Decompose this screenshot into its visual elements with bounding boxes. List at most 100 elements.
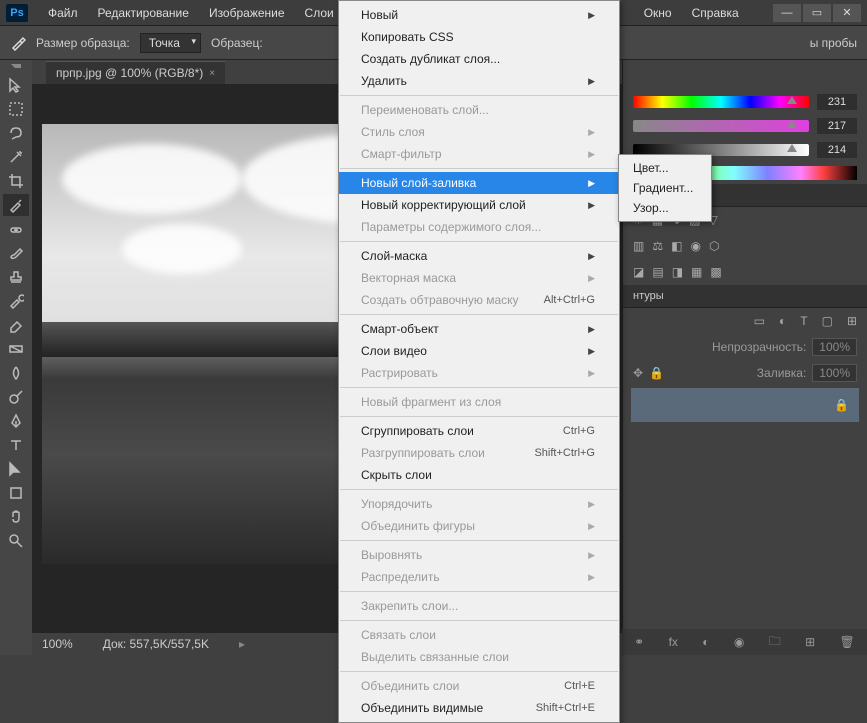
- menu-item: Выровнять▶: [339, 544, 619, 566]
- document-title: прпр.jpg @ 100% (RGB/8*): [56, 66, 203, 80]
- fill-label: Заливка:: [757, 366, 807, 380]
- menu-item: Растрировать▶: [339, 362, 619, 384]
- poster-icon[interactable]: ▤: [652, 265, 663, 279]
- menu-item: Создать обтравочную маскуAlt+Ctrl+G: [339, 289, 619, 311]
- menu-item[interactable]: Скрыть слои: [339, 464, 619, 486]
- tool-brush[interactable]: [3, 242, 29, 264]
- menu-item: Объединить слоиCtrl+E: [339, 675, 619, 697]
- adjustment-row-2: ▥ ⚖ ◧ ◉ ⬡: [623, 233, 867, 259]
- tool-blur[interactable]: [3, 362, 29, 384]
- tool-stamp[interactable]: [3, 266, 29, 288]
- tool-hand[interactable]: [3, 506, 29, 528]
- tool-gradient[interactable]: [3, 338, 29, 360]
- menu-item[interactable]: Слои видео▶: [339, 340, 619, 362]
- sat-value[interactable]: 217: [817, 118, 857, 134]
- adjust-add-icon[interactable]: ◉: [734, 635, 744, 649]
- shape-icon[interactable]: ▢: [822, 314, 833, 328]
- sample-label: Образец:: [211, 36, 263, 50]
- menu-item[interactable]: Удалить▶: [339, 70, 619, 92]
- menu-item: Закрепить слои...: [339, 595, 619, 617]
- opacity-value[interactable]: 100%: [812, 338, 857, 356]
- sat-slider[interactable]: [633, 120, 809, 132]
- new-layer-icon[interactable]: ⊞: [805, 635, 815, 649]
- sel-color-icon[interactable]: ▩: [710, 265, 721, 279]
- submenu-item[interactable]: Цвет...: [619, 158, 711, 178]
- menu-item[interactable]: Новый слой-заливка▶: [339, 172, 619, 194]
- hue-value[interactable]: 231: [817, 94, 857, 110]
- close-button[interactable]: ✕: [833, 4, 861, 22]
- hue-slider[interactable]: [633, 96, 809, 108]
- lock-icon[interactable]: 🔒: [649, 366, 664, 380]
- tool-eyedropper[interactable]: [3, 194, 29, 216]
- tool-eraser[interactable]: [3, 314, 29, 336]
- tool-pen[interactable]: [3, 410, 29, 432]
- thresh-icon[interactable]: ◨: [672, 265, 683, 279]
- menu-item[interactable]: Новый▶: [339, 4, 619, 26]
- fx-icon[interactable]: fx: [669, 635, 678, 649]
- menu-item[interactable]: Новый корректирующий слой▶: [339, 194, 619, 216]
- menu-item[interactable]: Копировать CSS: [339, 26, 619, 48]
- trash-icon[interactable]: 🗑: [840, 635, 855, 649]
- mask-add-icon[interactable]: ◐: [702, 635, 709, 649]
- folder-icon[interactable]: 🗀: [769, 632, 781, 653]
- menu-item[interactable]: Объединить видимыеShift+Ctrl+E: [339, 697, 619, 719]
- sample-size-select[interactable]: Точка: [140, 33, 201, 53]
- document-tab[interactable]: прпр.jpg @ 100% (RGB/8*) ×: [46, 61, 225, 84]
- lock-move-icon[interactable]: ✥: [633, 366, 643, 380]
- menu-item: Новый фрагмент из слоя: [339, 391, 619, 413]
- tool-crop[interactable]: [3, 170, 29, 192]
- menu-edit[interactable]: Редактирование: [88, 6, 199, 20]
- smart-icon[interactable]: ⊞: [847, 314, 857, 328]
- menu-file[interactable]: Файл: [38, 6, 88, 20]
- tool-wand[interactable]: [3, 146, 29, 168]
- layers-tab[interactable]: нтуры: [623, 285, 867, 308]
- maximize-button[interactable]: ▭: [803, 4, 831, 22]
- bri-value[interactable]: 214: [817, 142, 857, 158]
- close-tab-icon[interactable]: ×: [209, 68, 215, 79]
- photo-filter-icon[interactable]: ◉: [690, 239, 700, 253]
- link-icon[interactable]: ⚭: [634, 635, 644, 649]
- menu-item: Упорядочить▶: [339, 493, 619, 515]
- vibrance-icon[interactable]: ▥: [633, 239, 644, 253]
- menu-help[interactable]: Справка: [682, 6, 749, 20]
- tool-path[interactable]: [3, 458, 29, 480]
- minimize-button[interactable]: —: [773, 4, 801, 22]
- grad-icon[interactable]: ▦: [691, 265, 702, 279]
- tool-shape[interactable]: [3, 482, 29, 504]
- menu-item: Смарт-фильтр▶: [339, 143, 619, 165]
- tool-dodge[interactable]: [3, 386, 29, 408]
- invert-icon[interactable]: ◪: [633, 265, 644, 279]
- tool-history-brush[interactable]: [3, 290, 29, 312]
- balance-icon[interactable]: ⚖: [652, 239, 663, 253]
- tool-move[interactable]: [3, 74, 29, 96]
- fill-layer-submenu: Цвет...Градиент...Узор...: [618, 154, 712, 222]
- menu-item: Объединить фигуры▶: [339, 515, 619, 537]
- fill-value[interactable]: 100%: [812, 364, 857, 382]
- tool-heal[interactable]: [3, 218, 29, 240]
- bw-icon[interactable]: ◧: [671, 239, 682, 253]
- menu-item[interactable]: Создать дубликат слоя...: [339, 48, 619, 70]
- mixer-icon[interactable]: ⬡: [709, 239, 719, 253]
- menu-item: Разгруппировать слоиShift+Ctrl+G: [339, 442, 619, 464]
- type-icon[interactable]: T: [800, 314, 807, 328]
- menu-window[interactable]: Окно: [634, 6, 682, 20]
- toolbox: [0, 60, 32, 655]
- tool-lasso[interactable]: [3, 122, 29, 144]
- tool-zoom[interactable]: [3, 530, 29, 552]
- layers-menu: Новый▶Копировать CSSСоздать дубликат сло…: [338, 0, 620, 723]
- menu-item: Векторная маска▶: [339, 267, 619, 289]
- menu-item[interactable]: Сгруппировать слоиCtrl+G: [339, 420, 619, 442]
- menu-layers[interactable]: Слои: [295, 6, 344, 20]
- submenu-item[interactable]: Узор...: [619, 198, 711, 218]
- menu-item[interactable]: Слой-маска▶: [339, 245, 619, 267]
- layer-background[interactable]: 🔒: [631, 388, 859, 422]
- mask-icon[interactable]: ◐: [779, 314, 786, 328]
- tool-type[interactable]: [3, 434, 29, 456]
- filter-icon[interactable]: ▭: [754, 314, 765, 328]
- tool-marquee[interactable]: [3, 98, 29, 120]
- submenu-item[interactable]: Градиент...: [619, 178, 711, 198]
- menu-image[interactable]: Изображение: [199, 6, 295, 20]
- menu-item[interactable]: Смарт-объект▶: [339, 318, 619, 340]
- zoom-level[interactable]: 100%: [42, 637, 73, 651]
- menu-item: Переименовать слой...: [339, 99, 619, 121]
